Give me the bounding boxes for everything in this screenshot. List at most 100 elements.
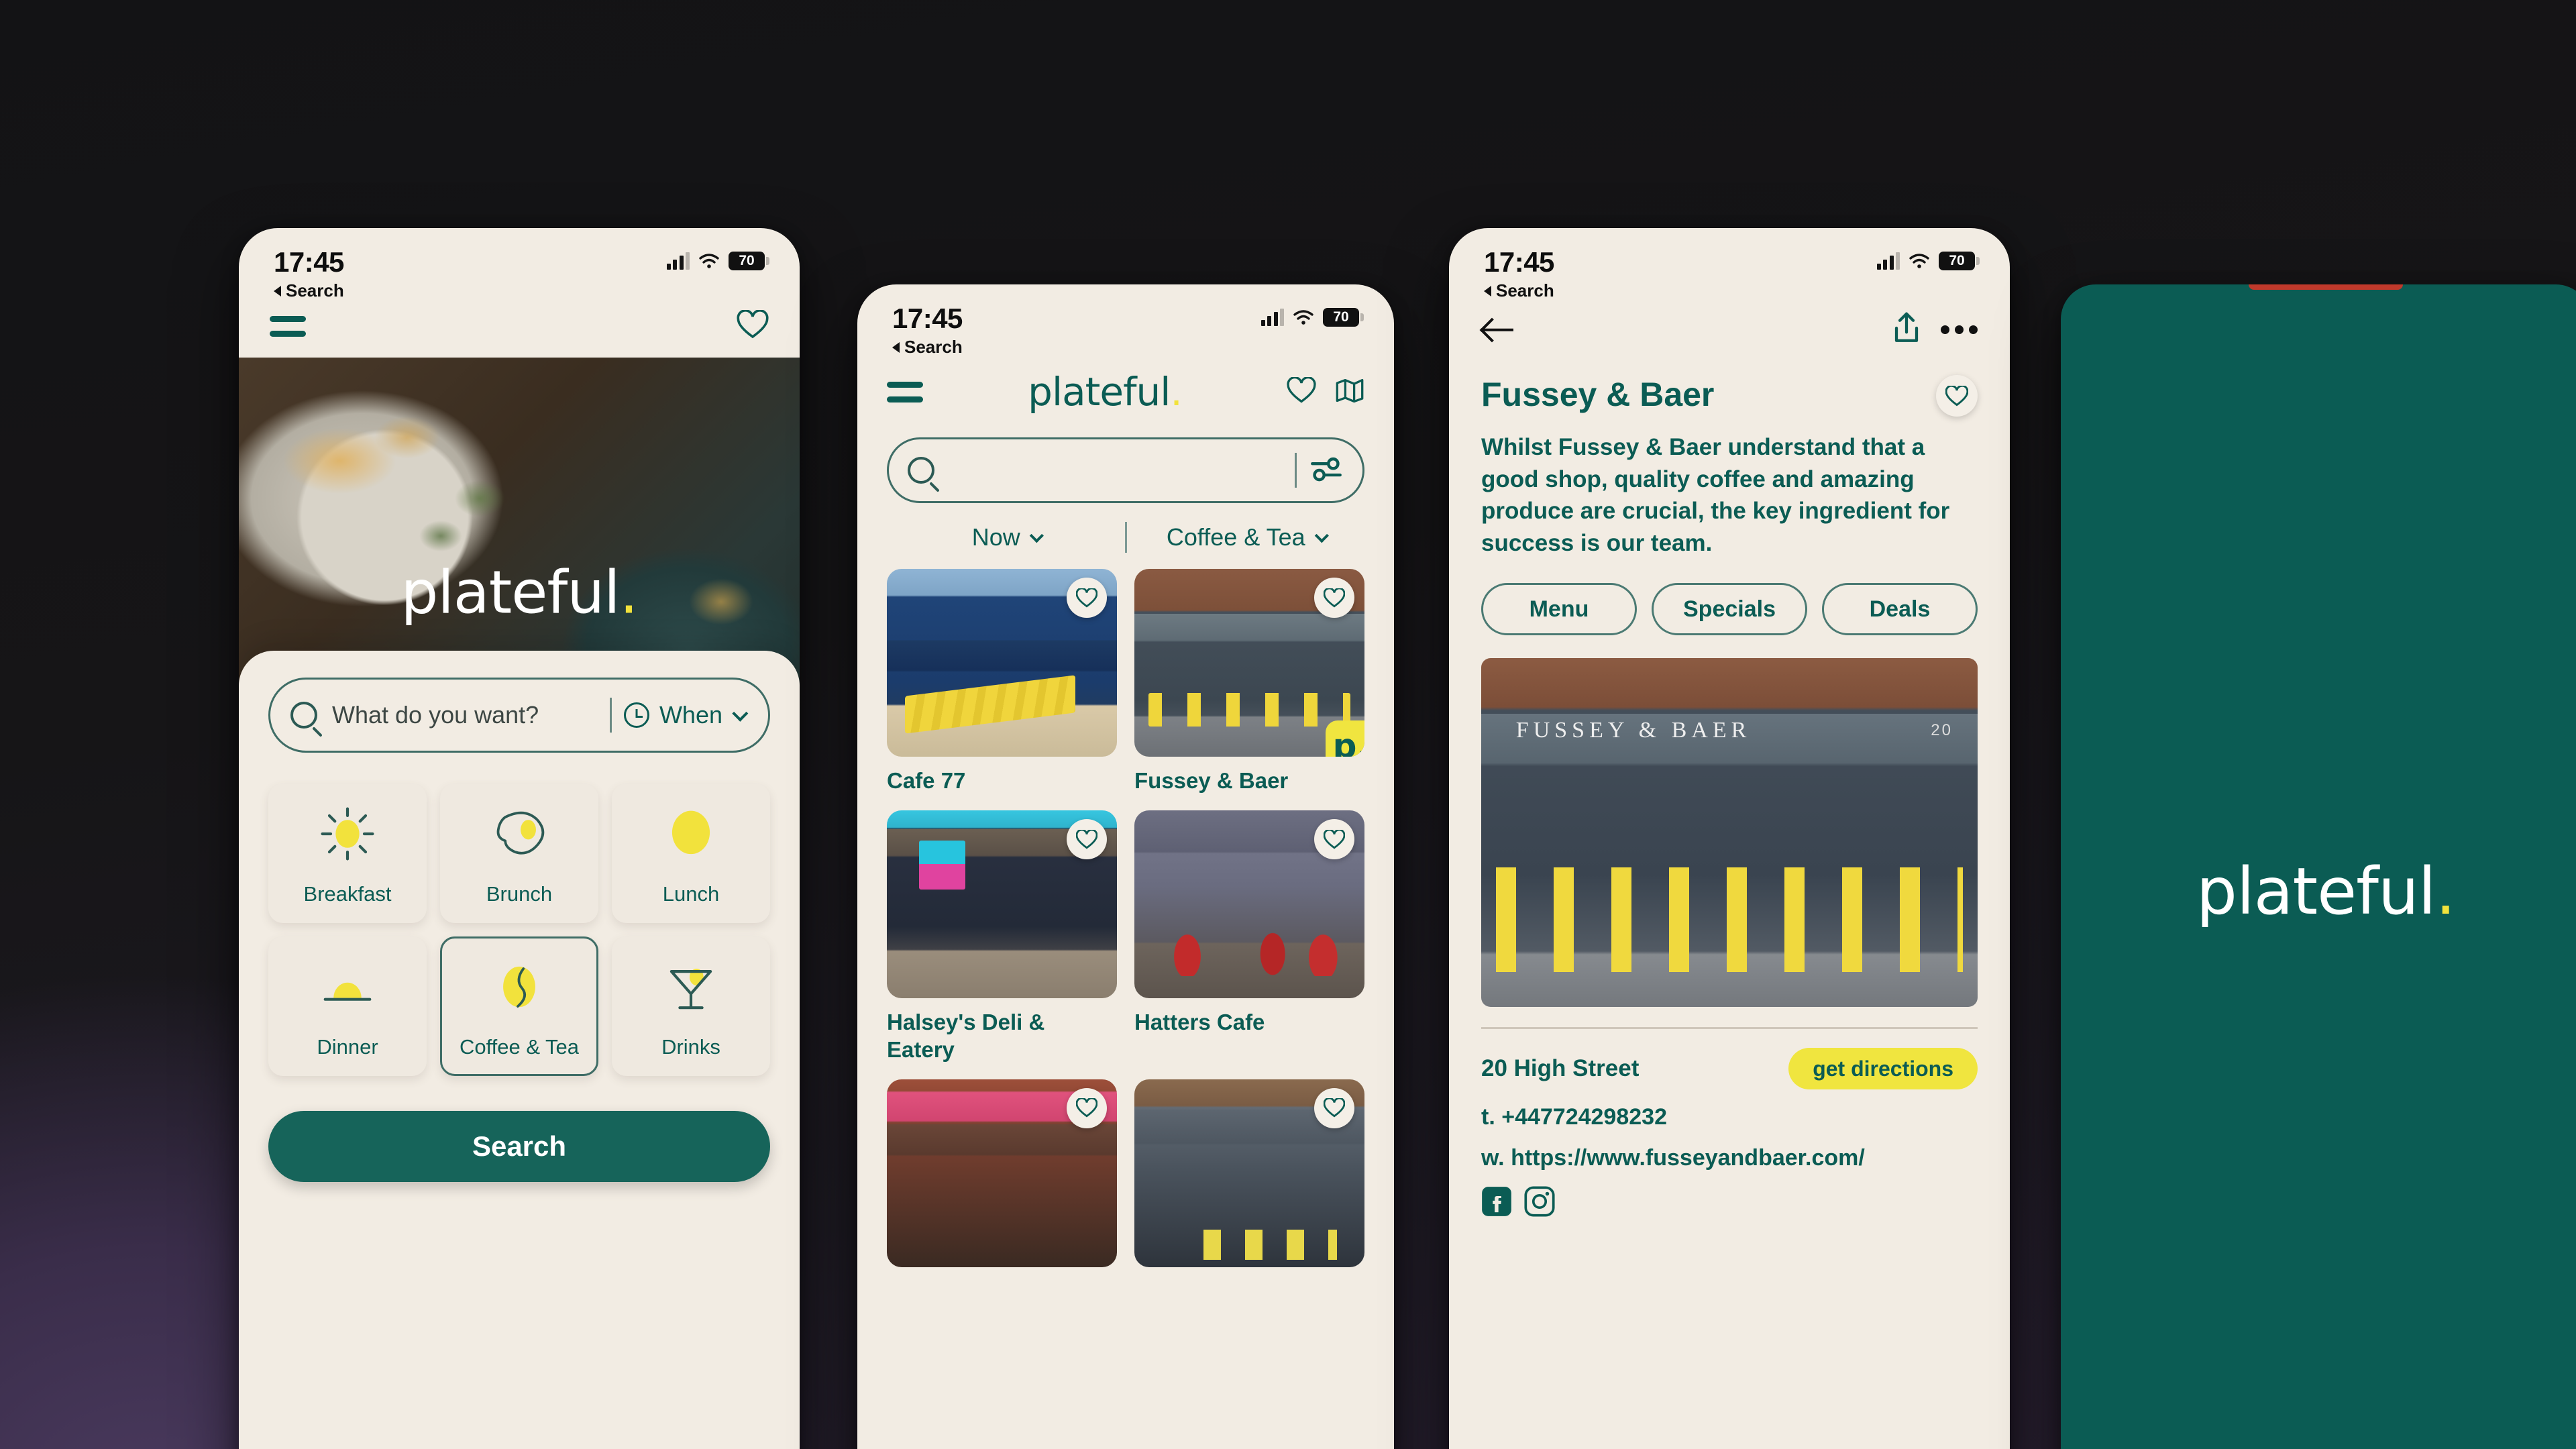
back-to-search-link[interactable]: Search: [1484, 280, 1975, 301]
plateful-badge: p.: [1326, 720, 1364, 757]
back-to-search-link[interactable]: Search: [892, 337, 1359, 358]
storefront-number: 20: [1931, 720, 1953, 739]
restaurant-photo: FUSSEY & BAER 20: [1481, 658, 1978, 1008]
filter-time[interactable]: Now: [887, 523, 1125, 551]
app-logo: plateful.: [1028, 369, 1183, 415]
page-title: Fussey & Baer: [1481, 376, 1715, 413]
restaurant-photo: [887, 1079, 1117, 1267]
heart-icon[interactable]: [1314, 578, 1354, 618]
restaurant-photo: [887, 569, 1117, 757]
category-dinner[interactable]: Dinner: [268, 936, 427, 1076]
back-to-search-link[interactable]: Search: [274, 280, 765, 301]
category-breakfast[interactable]: Breakfast: [268, 784, 427, 923]
hamburger-menu-icon[interactable]: [270, 316, 306, 337]
app-bar: [1449, 303, 2010, 348]
restaurant-description: Whilst Fussey & Baer understand that a g…: [1481, 434, 1950, 556]
restaurant-name: Halsey's Deli & Eatery: [887, 1010, 1045, 1062]
restaurant-card[interactable]: [887, 1079, 1117, 1278]
search-bar[interactable]: What do you want? When: [268, 678, 770, 753]
category-grid: Breakfast Brunch Lunch Dinner Coffee & T…: [268, 784, 770, 1076]
category-brunch[interactable]: Brunch: [440, 784, 598, 923]
search-button[interactable]: Search: [268, 1111, 770, 1182]
cellular-signal-icon: [1876, 252, 1900, 270]
filter-sliders-icon[interactable]: [1309, 454, 1344, 487]
filter-bar: Now Coffee & Tea: [857, 522, 1394, 553]
address-text: 20 High Street: [1481, 1055, 1640, 1082]
restaurant-name: Hatters Cafe: [1134, 1010, 1265, 1035]
category-coffee-and-tea[interactable]: Coffee & Tea: [440, 936, 598, 1076]
restaurant-card[interactable]: p. Fussey & Baer: [1134, 569, 1364, 794]
wifi-icon: [1909, 253, 1930, 269]
wifi-icon: [698, 253, 720, 269]
category-label: Dinner: [317, 1035, 378, 1059]
category-label: Breakfast: [303, 882, 392, 906]
get-directions-button[interactable]: get directions: [1788, 1048, 1978, 1090]
heart-icon[interactable]: [1067, 819, 1107, 860]
back-triangle-icon: [1484, 285, 1491, 297]
status-time: 17:45: [892, 303, 963, 334]
status-bar: 17:45 70 Search: [239, 228, 800, 303]
phone-3-detail-screen: 17:45 70 Search Fussey & Baer Whilst Fus…: [1449, 228, 2010, 1449]
phone-number[interactable]: t. +447724298232: [1449, 1089, 2010, 1130]
arrow-left-icon[interactable]: [1481, 313, 1516, 347]
restaurant-photo: [1134, 810, 1364, 999]
cellular-signal-icon: [1260, 309, 1284, 326]
phone-4-splash-screen: plateful.: [2061, 284, 2576, 1449]
wifi-icon: [1293, 309, 1314, 325]
heart-icon[interactable]: [1314, 819, 1354, 860]
when-label: When: [659, 701, 722, 729]
search-icon: [908, 457, 934, 484]
battery-level: 70: [1949, 253, 1965, 268]
search-bar[interactable]: [887, 437, 1364, 503]
heart-icon[interactable]: [1287, 376, 1316, 407]
restaurant-card[interactable]: Hatters Cafe: [1134, 810, 1364, 1063]
sun-icon: [270, 786, 425, 882]
map-icon[interactable]: [1335, 377, 1364, 407]
divider: [1295, 453, 1297, 488]
restaurant-photo: p.: [1134, 569, 1364, 757]
heart-icon[interactable]: [1067, 578, 1107, 618]
back-triangle-icon: [892, 341, 900, 353]
battery-icon: 70: [1323, 308, 1364, 327]
restaurant-card[interactable]: Cafe 77: [887, 569, 1117, 794]
address-row: 20 High Street get directions: [1449, 1029, 2010, 1090]
category-label: Drinks: [661, 1035, 720, 1059]
share-icon[interactable]: [1891, 311, 1922, 348]
battery-level: 70: [1333, 309, 1349, 325]
tab-specials[interactable]: Specials: [1652, 583, 1807, 636]
status-time: 17:45: [274, 246, 344, 278]
storefront-sign-text: FUSSEY & BAER: [1515, 717, 1752, 743]
brand-name: plateful: [1028, 369, 1171, 415]
category-drinks[interactable]: Drinks: [612, 936, 770, 1076]
heart-icon[interactable]: [1067, 1087, 1107, 1128]
sunset-icon: [270, 938, 425, 1035]
tab-deals[interactable]: Deals: [1822, 583, 1978, 636]
heart-icon[interactable]: [1314, 1087, 1354, 1128]
detail-header: Fussey & Baer: [1449, 348, 2010, 417]
category-lunch[interactable]: Lunch: [612, 784, 770, 923]
search-input[interactable]: What do you want?: [332, 701, 598, 729]
filter-category[interactable]: Coffee & Tea: [1127, 523, 1365, 551]
filter-label: Now: [971, 523, 1020, 551]
restaurant-card[interactable]: [1134, 1079, 1364, 1278]
composition-canvas: 17:45 70 Search plateful. What do you wa…: [0, 0, 2576, 1449]
when-selector[interactable]: When: [623, 701, 749, 729]
battery-icon: 70: [729, 252, 769, 270]
instagram-icon[interactable]: [1524, 1186, 1555, 1217]
restaurant-card-grid: Cafe 77 p. Fussey & Baer: [857, 553, 1394, 1278]
tab-menu[interactable]: Menu: [1481, 583, 1637, 636]
search-icon: [290, 702, 317, 729]
website-url[interactable]: w. https://www.fusseyandbaer.com/: [1449, 1130, 2010, 1171]
heart-icon[interactable]: [737, 309, 769, 343]
heart-icon[interactable]: [1936, 375, 1978, 417]
category-label: Brunch: [486, 882, 553, 906]
brand-name: plateful: [2196, 854, 2436, 929]
more-options-icon[interactable]: [1941, 325, 1978, 334]
phone-1-home-screen: 17:45 70 Search plateful. What do you wa…: [239, 228, 800, 1449]
hamburger-menu-icon[interactable]: [887, 381, 923, 402]
restaurant-card[interactable]: Halsey's Deli & Eatery: [887, 810, 1117, 1063]
facebook-icon[interactable]: [1481, 1186, 1512, 1217]
chevron-down-icon: [1029, 528, 1044, 543]
category-label: Coffee & Tea: [459, 1035, 580, 1059]
status-time: 17:45: [1484, 246, 1554, 278]
